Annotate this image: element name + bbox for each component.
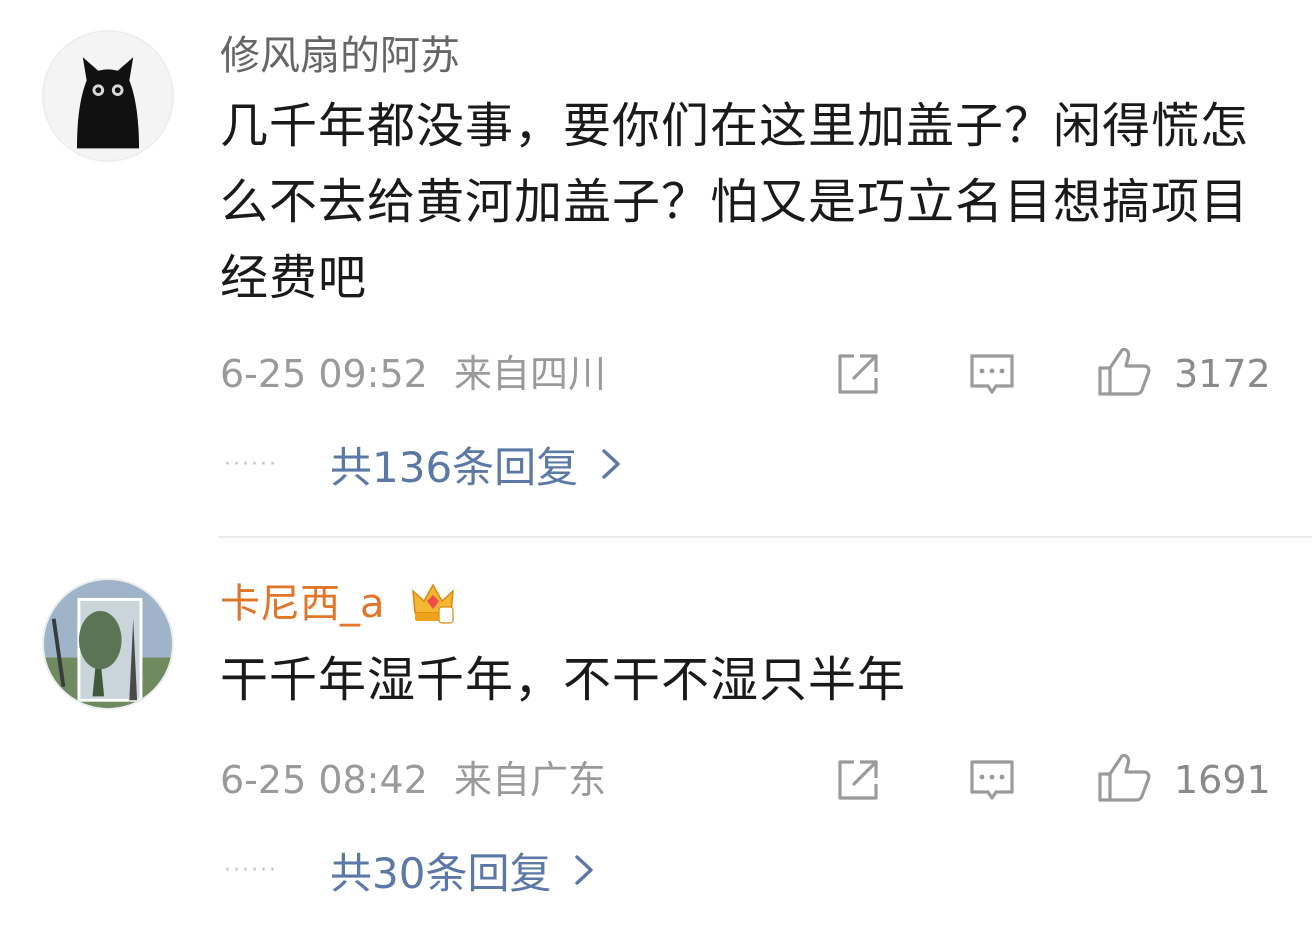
replies-link[interactable]: ······ 共136条回复 [224, 434, 624, 494]
reply-count-text[interactable]: 共30条回复 [330, 840, 551, 901]
comment-item: 卡尼西_a 干千年湿千年，不干不湿只半年 6-25 08:42 来自广东 169… [0, 538, 1312, 933]
reply-dots: ······ [224, 451, 278, 477]
location: 来自广东 [453, 758, 606, 802]
crown-badge-icon [409, 579, 457, 627]
black-cat-avatar-icon [44, 32, 172, 160]
location: 来自四川 [453, 352, 606, 396]
thumbs-up-icon [1098, 753, 1151, 802]
comment-item: 修风扇的阿苏 几千年都没事，要你们在这里加盖子？闲得慌怎么不去给黄河加盖子？怕又… [0, 0, 1312, 536]
avatar[interactable] [42, 30, 174, 162]
like-count: 1691 [1174, 758, 1271, 802]
landscape-avatar-icon [44, 580, 172, 708]
like-button[interactable] [1096, 750, 1152, 806]
comment-meta: 6-25 09:52 来自四川 [220, 350, 606, 398]
comment-icon [970, 354, 1014, 394]
share-button[interactable] [832, 754, 884, 806]
reply-count-text[interactable]: 共136条回复 [330, 434, 578, 495]
share-button[interactable] [832, 348, 884, 400]
chevron-right-icon [571, 853, 597, 887]
thumbs-up-icon [1098, 347, 1151, 396]
timestamp: 6-25 08:42 [220, 758, 428, 802]
username-text[interactable]: 卡尼西_a [220, 581, 385, 627]
comment-meta: 6-25 08:42 来自广东 [220, 756, 606, 804]
share-icon [838, 760, 878, 800]
share-icon [838, 354, 878, 394]
comment-button[interactable] [966, 754, 1018, 806]
comment-text: 干千年湿千年，不干不湿只半年 [220, 652, 907, 708]
username[interactable]: 修风扇的阿苏 [220, 32, 460, 80]
timestamp: 6-25 09:52 [220, 352, 428, 396]
comment-text: 几千年都没事，要你们在这里加盖子？闲得慌怎么不去给黄河加盖子？怕又是巧立名目想搞… [220, 98, 1250, 306]
username[interactable]: 卡尼西_a [220, 580, 457, 628]
replies-link[interactable]: ······ 共30条回复 [224, 840, 597, 900]
avatar[interactable] [42, 578, 174, 710]
reply-dots: ······ [224, 857, 278, 883]
comment-button[interactable] [966, 348, 1018, 400]
like-count: 3172 [1174, 352, 1271, 396]
chevron-right-icon [598, 447, 624, 481]
like-button[interactable] [1096, 344, 1152, 400]
comment-icon [970, 760, 1014, 800]
